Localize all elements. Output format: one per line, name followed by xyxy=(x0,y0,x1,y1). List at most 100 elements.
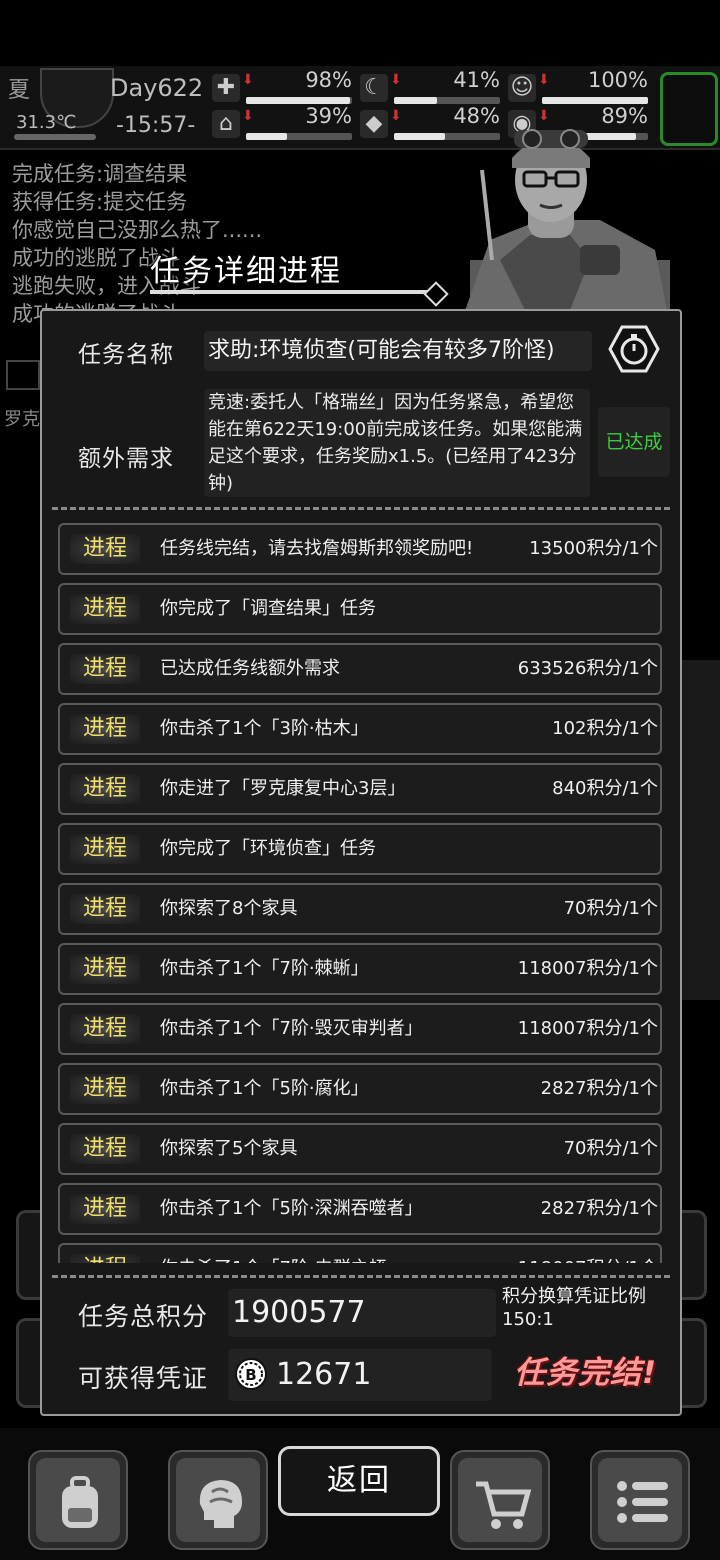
message-log: 完成任务:调查结果 获得任务:提交任务 你感觉自己没那么热了...... 成功的… xyxy=(12,160,392,328)
progress-description: 你完成了「环境侦查」任务 xyxy=(160,838,376,859)
divider xyxy=(52,507,670,510)
progress-row: 进程 已达成任务线额外需求 633526积分/1个 xyxy=(58,643,662,695)
skills-button[interactable] xyxy=(168,1450,268,1550)
extra-status-badge: 已达成 xyxy=(598,407,670,477)
progress-row: 进程 你走进了「罗克康复中心3层」 840积分/1个 xyxy=(58,763,662,815)
progress-points: 102积分/1个 xyxy=(552,718,658,739)
side-panel-right xyxy=(680,1318,707,1408)
extra-requirement-text: 竞速:委托人「格瑞丝」因为任务紧急，希望您能在第622天19:00前完成该任务。… xyxy=(204,389,590,497)
progress-row: 进程 你击杀了1个「7阶·史群之蛭」 118007积分/1个 xyxy=(58,1243,662,1263)
temperature: 31.3℃ xyxy=(16,112,77,133)
down-arrow-icon: ⬇ xyxy=(390,108,402,124)
progress-description: 你击杀了1个「3阶·枯木」 xyxy=(160,718,369,739)
shop-button[interactable] xyxy=(450,1450,550,1550)
progress-row: 进程 你击杀了1个「5阶·深渊吞噬者」 2827积分/1个 xyxy=(58,1183,662,1235)
brain-icon xyxy=(199,1480,242,1528)
progress-description: 你走进了「罗克康复中心3层」 xyxy=(160,778,406,799)
progress-tag: 进程 xyxy=(70,654,140,684)
down-arrow-icon: ⬇ xyxy=(242,108,254,124)
progress-points: 633526积分/1个 xyxy=(517,658,658,679)
game-time: -15:57- xyxy=(116,113,196,138)
voucher-value: 12671 xyxy=(276,1357,372,1392)
stat-hunger: ☾ ⬇ 41% xyxy=(360,68,500,106)
progress-tag: 进程 xyxy=(70,534,140,564)
progress-points: 2827积分/1个 xyxy=(540,1078,658,1099)
progress-points: 2827积分/1个 xyxy=(540,1198,658,1219)
progress-tag: 进程 xyxy=(70,714,140,744)
coin-icon: B xyxy=(235,1358,267,1390)
stat-mood: ☺ ⬇ 100% xyxy=(508,68,648,106)
exchange-ratio: 积分换算凭证比例 150:1 xyxy=(502,1285,678,1331)
progress-description: 你完成了「调查结果」任务 xyxy=(160,598,376,619)
backpack-button[interactable] xyxy=(28,1450,128,1550)
map-fragment xyxy=(680,660,720,1000)
down-arrow-icon: ⬇ xyxy=(390,72,402,88)
progress-tag: 进程 xyxy=(70,1134,140,1164)
side-panel-right xyxy=(680,1210,707,1300)
progress-description: 任务线完结，请去找詹姆斯邦领奖励吧! xyxy=(160,538,474,559)
progress-points: 118007积分/1个 xyxy=(517,958,658,979)
down-arrow-icon: ⬇ xyxy=(242,72,254,88)
cart-icon xyxy=(476,1481,532,1529)
location-text: 罗克 xyxy=(4,409,40,430)
progress-points: 118007积分/1个 xyxy=(517,1018,658,1039)
exchange-ratio-label: 积分换算凭证比例 xyxy=(502,1286,646,1307)
complete-task-button[interactable]: 任务完结! xyxy=(514,1347,657,1392)
stopwatch-icon[interactable] xyxy=(608,323,660,375)
progress-points: 70积分/1个 xyxy=(563,898,658,919)
progress-description: 你探索了8个家具 xyxy=(160,898,298,919)
medkit-icon: ✚ xyxy=(212,74,240,102)
title-underline xyxy=(150,290,435,294)
progress-points: 13500积分/1个 xyxy=(529,538,658,559)
log-line: 你感觉自己没那么热了...... xyxy=(12,218,263,242)
progress-tag: 进程 xyxy=(70,1014,140,1044)
divider xyxy=(52,1275,670,1278)
progress-description: 你击杀了1个「5阶·腐化」 xyxy=(160,1078,369,1099)
progress-list[interactable]: 进程 任务线完结，请去找詹姆斯邦领奖励吧! 13500积分/1个 进程 你完成了「调查结… xyxy=(58,519,664,1263)
progress-row: 进程 你击杀了1个「5阶·腐化」 2827积分/1个 xyxy=(58,1063,662,1115)
edge-strip xyxy=(6,360,40,390)
progress-description: 你击杀了1个「5阶·深渊吞噬者」 xyxy=(160,1198,423,1219)
mood-icon: ☺ xyxy=(508,74,536,102)
progress-description: 你击杀了1个「7阶·棘蜥」 xyxy=(160,958,369,979)
day-counter: Day622 xyxy=(110,74,204,102)
character-portrait xyxy=(460,129,670,325)
backpack-icon xyxy=(62,1476,98,1528)
stat-value: 98% xyxy=(305,68,352,92)
progress-description: 你击杀了1个「7阶·毁灭审判者」 xyxy=(160,1018,423,1039)
menu-icon xyxy=(617,1481,668,1523)
season-badge: 夏 31.3℃ xyxy=(6,68,114,140)
svg-text:B: B xyxy=(245,1366,256,1384)
stat-bar xyxy=(394,97,500,104)
progress-tag: 进程 xyxy=(70,954,140,984)
stomach-icon: ☾ xyxy=(360,74,388,102)
progress-row: 进程 你击杀了1个「7阶·棘蜥」 118007积分/1个 xyxy=(58,943,662,995)
progress-row: 进程 你击杀了1个「3阶·枯木」 102积分/1个 xyxy=(58,703,662,755)
progress-points: 118007积分/1个 xyxy=(518,1245,658,1263)
progress-description: 你探索了5个家具 xyxy=(160,1138,298,1159)
task-name: 求助:环境侦查(可能会有较多7阶怪) xyxy=(204,331,592,371)
water-drop-icon: ◆ xyxy=(360,110,388,138)
stat-bar xyxy=(246,133,352,140)
progress-tag: 进程 xyxy=(70,894,140,924)
progress-row: 进程 你完成了「调查结果」任务 xyxy=(58,583,662,635)
stat-value: 100% xyxy=(587,68,648,92)
progress-row: 进程 你探索了5个家具 70积分/1个 xyxy=(58,1123,662,1175)
progress-row: 进程 你探索了8个家具 70积分/1个 xyxy=(58,883,662,935)
temperature-bar xyxy=(14,134,96,140)
stat-value: 41% xyxy=(453,68,500,92)
task-progress-dialog: 任务名称 求助:环境侦查(可能会有较多7阶怪) 额外需求 竞速:委托人「格瑞丝」… xyxy=(40,309,682,1416)
stat-value: 39% xyxy=(305,104,352,128)
stat-bar xyxy=(246,97,352,104)
total-points-label: 任务总积分 xyxy=(78,1302,209,1331)
stat-bar xyxy=(542,97,648,104)
progress-tag: 进程 xyxy=(70,1074,140,1104)
exchange-ratio-value: 150:1 xyxy=(502,1309,554,1330)
back-button[interactable]: 返回 xyxy=(278,1446,440,1516)
progress-points: 70积分/1个 xyxy=(563,1138,658,1159)
down-arrow-icon: ⬇ xyxy=(538,72,550,88)
menu-button[interactable] xyxy=(590,1450,690,1550)
voucher-box: B 12671 xyxy=(228,1349,492,1401)
progress-row: 进程 你完成了「环境侦查」任务 xyxy=(58,823,662,875)
task-name-label: 任务名称 xyxy=(78,342,174,368)
